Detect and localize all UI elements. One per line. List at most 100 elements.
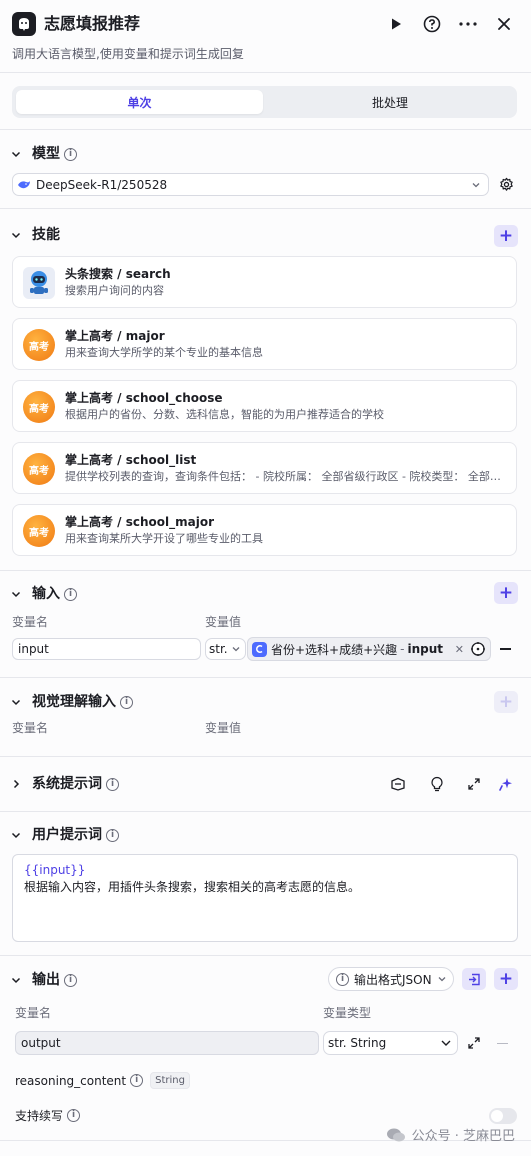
node-title[interactable]: 志愿填报推荐 — [44, 13, 140, 35]
input-reference-field[interactable]: 省份+选科+成绩+兴趣 - input ✕ — [247, 637, 491, 661]
output-type-label: str. String — [328, 1036, 387, 1050]
continue-writing-toggle[interactable] — [489, 1108, 517, 1124]
lightbulb-icon[interactable] — [425, 772, 449, 796]
add-skill-button[interactable]: + — [494, 225, 518, 247]
output-var-name-field[interactable]: output — [15, 1031, 319, 1055]
output-type-select[interactable]: str. String — [323, 1031, 458, 1055]
node-config-panel: 志愿填报推荐 调用大语言模型,使用变量和提示词生成回复 单次 批处理 模型 i … — [0, 0, 531, 1156]
output-section-header[interactable]: 输出 i — [10, 970, 77, 990]
prompt-library-icon[interactable] — [386, 772, 410, 796]
info-icon[interactable]: i — [64, 587, 77, 601]
divider — [0, 677, 531, 678]
remove-output-icon[interactable] — [497, 1043, 508, 1045]
run-icon[interactable] — [384, 12, 408, 36]
skill-name: 掌上高考 / major — [65, 329, 165, 343]
more-icon[interactable] — [456, 12, 480, 36]
model-name: DeepSeek-R1/250528 — [36, 177, 168, 192]
info-icon[interactable]: i — [106, 828, 119, 842]
chevron-down-icon — [438, 977, 446, 982]
info-icon[interactable]: i — [64, 973, 77, 987]
info-icon: i — [336, 972, 349, 986]
info-icon[interactable]: i — [130, 1074, 144, 1087]
skill-card[interactable]: 头条搜索 / search 搜索用户询问的内容 — [12, 256, 517, 308]
reasoning-content-row: reasoning_content i String — [15, 1072, 190, 1089]
skill-card[interactable]: 高考 掌上高考 / school_list 提供学校列表的查询，查询条件包括： … — [12, 442, 517, 494]
user-prompt-editor[interactable]: {{input}} 根据输入内容，用插件头条搜索，搜索相关的高考志愿的信息。 — [12, 854, 518, 942]
skills-section-header[interactable]: 技能 — [10, 225, 60, 245]
chevron-down-icon[interactable] — [10, 696, 22, 708]
node-description[interactable]: 调用大语言模型,使用变量和提示词生成回复 — [12, 46, 244, 62]
skill-name: 掌上高考 / school_list — [65, 453, 197, 467]
llm-node-icon — [12, 12, 36, 36]
reasoning-type-tag: String — [150, 1072, 190, 1089]
input-type-select[interactable]: str. — [205, 638, 246, 660]
output-format-select[interactable]: i 输出格式JSON — [328, 967, 454, 991]
divider — [0, 811, 531, 812]
expand-icon[interactable] — [462, 772, 486, 796]
info-icon[interactable]: i — [64, 147, 77, 161]
reasoning-label: reasoning_content — [15, 1073, 127, 1088]
chevron-down-icon[interactable] — [10, 229, 22, 241]
divider — [0, 72, 531, 73]
divider — [0, 570, 531, 571]
chevron-down-icon — [441, 1040, 451, 1046]
reference-separator: - — [400, 642, 405, 656]
system-prompt-section-title: 系统提示词 — [32, 776, 102, 792]
expand-icon[interactable] — [462, 1031, 486, 1055]
system-prompt-section-header[interactable]: 系统提示词 i — [10, 774, 119, 794]
variable-picker-icon[interactable] — [470, 641, 486, 657]
add-visual-input-button[interactable]: + — [494, 691, 518, 713]
help-icon[interactable] — [420, 12, 444, 36]
chevron-down-icon[interactable] — [10, 148, 22, 160]
chevron-down-icon[interactable] — [10, 588, 22, 600]
chevron-down-icon[interactable] — [10, 829, 22, 841]
clear-icon[interactable]: ✕ — [455, 643, 464, 656]
gaokao-icon: 高考 — [23, 515, 55, 547]
gaokao-icon: 高考 — [23, 391, 55, 423]
continue-label: 支持续写 — [15, 1109, 64, 1123]
divider — [0, 129, 531, 130]
add-input-button[interactable]: + — [494, 582, 518, 604]
model-select[interactable]: DeepSeek-R1/250528 — [12, 173, 489, 196]
reference-path: 省份+选科+成绩+兴趣 — [271, 642, 398, 657]
gaokao-icon: 高考 — [23, 329, 55, 361]
info-icon[interactable]: i — [67, 1109, 81, 1122]
user-prompt-section-header[interactable]: 用户提示词 i — [10, 825, 119, 845]
visual-input-section-header[interactable]: 视觉理解输入 i — [10, 692, 133, 712]
model-settings-icon[interactable] — [494, 172, 518, 196]
chevron-down-icon — [472, 182, 480, 187]
chevron-down-icon[interactable] — [10, 974, 22, 986]
add-output-button[interactable]: + — [494, 968, 518, 990]
skill-card[interactable]: 高考 掌上高考 / school_choose 根据用户的省份、分数、选科信息，… — [12, 380, 517, 432]
gaokao-icon: 高考 — [23, 453, 55, 485]
col-var-value: 变量值 — [205, 615, 242, 629]
input-type-label: str. — [209, 642, 228, 656]
info-icon[interactable]: i — [120, 695, 133, 709]
prompt-text: 根据输入内容，用插件头条搜索，搜索相关的高考志愿的信息。 — [24, 880, 361, 894]
remove-input-icon[interactable] — [500, 648, 511, 650]
model-section-title: 模型 — [32, 146, 60, 162]
ai-optimize-icon[interactable] — [494, 772, 518, 796]
input-var-name-field[interactable]: input — [12, 638, 201, 660]
prompt-variable: {{input}} — [24, 863, 86, 877]
close-icon[interactable] — [492, 12, 516, 36]
output-section-title: 输出 — [32, 972, 60, 988]
tab-single[interactable]: 单次 — [16, 90, 263, 114]
tab-batch[interactable]: 批处理 — [267, 90, 513, 114]
input-section-header[interactable]: 输入 i — [10, 584, 77, 604]
wechat-icon — [386, 1128, 405, 1141]
skill-name: 头条搜索 / search — [65, 267, 171, 281]
col-var-name: 变量名 — [12, 615, 49, 629]
skill-card[interactable]: 高考 掌上高考 / major 用来查询大学所学的某个专业的基本信息 — [12, 318, 517, 370]
info-icon[interactable]: i — [106, 777, 119, 791]
model-section-header[interactable]: 模型 i — [10, 144, 77, 164]
chevron-right-icon[interactable] — [10, 778, 22, 790]
skill-description: 用来查询某所大学开设了哪些专业的工具 — [65, 532, 263, 545]
import-output-button[interactable] — [462, 968, 486, 990]
continue-writing-row: 支持续写 i — [15, 1107, 81, 1124]
skill-card[interactable]: 高考 掌上高考 / school_major 用来查询某所大学开设了哪些专业的工… — [12, 504, 517, 556]
robot-icon — [23, 267, 55, 299]
skill-name: 掌上高考 / school_choose — [65, 391, 223, 405]
skill-name: 掌上高考 / school_major — [65, 515, 215, 529]
deepseek-icon — [18, 180, 30, 188]
